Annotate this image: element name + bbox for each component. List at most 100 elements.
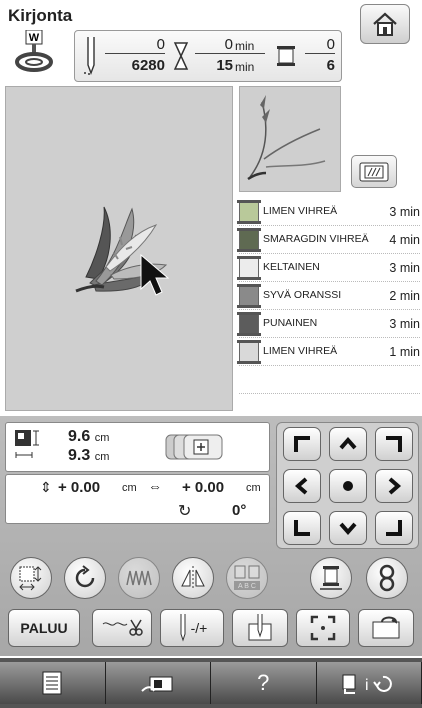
camera-button[interactable] <box>105 662 211 704</box>
arrow-down-right-icon <box>386 520 402 536</box>
list-item[interactable]: SMARAGDIN VIHREÄ 4 min <box>237 226 420 254</box>
arrow-up-icon <box>339 436 357 450</box>
mirror-button[interactable] <box>172 557 214 599</box>
embroidery-design-image <box>75 206 170 296</box>
figure-eight-icon <box>379 564 395 592</box>
thread-color-list: LIMEN VIHREÄ 3 min SMARAGDIN VIHREÄ 4 mi… <box>237 198 420 394</box>
edit-end-button[interactable] <box>358 609 414 647</box>
mirror-icon <box>181 566 205 590</box>
thread-swatch <box>237 283 261 308</box>
bobbin-info-icon: i <box>342 674 392 694</box>
thread-color-name: LIMEN VIHREÄ <box>263 205 338 217</box>
help-button[interactable]: ? <box>211 662 317 704</box>
stitches-total: 6280 <box>131 57 165 74</box>
embroidery-frame-button[interactable] <box>351 155 397 188</box>
thread-color-time: 3 min <box>389 316 420 331</box>
stitch-divider <box>105 53 165 54</box>
thread-tension-label: -/+ <box>190 620 208 636</box>
rotate-button[interactable] <box>64 557 106 599</box>
continuous-sewing-button[interactable] <box>366 557 408 599</box>
move-direction-pad <box>276 422 419 549</box>
frame-size-icon <box>165 434 223 460</box>
colors-done: 0 <box>326 36 335 53</box>
thread-sort-button[interactable]: A B C <box>226 557 268 599</box>
thread-swatch <box>237 255 261 280</box>
thread-color-time: 3 min <box>389 260 420 275</box>
color-divider <box>305 53 335 54</box>
thread-color-time: 3 min <box>389 204 420 219</box>
horizontal-offset-value: + 0.00 <box>182 479 225 496</box>
needle-icon <box>84 37 95 75</box>
svg-text:W: W <box>29 32 40 44</box>
bobbin-info-button[interactable]: i <box>316 662 422 704</box>
thread-color-name: SYVÄ ORANSSI <box>263 289 342 301</box>
home-icon <box>373 12 397 36</box>
document-list-icon <box>42 671 62 695</box>
center-button[interactable] <box>329 469 367 503</box>
design-thumbnail <box>239 86 341 192</box>
design-height-unit: cm <box>94 432 110 444</box>
back-button[interactable]: PALUU <box>8 609 80 647</box>
presser-foot-w-icon: W <box>15 30 53 72</box>
pocket-icon <box>372 616 400 639</box>
thread-color-button[interactable] <box>310 557 352 599</box>
arrow-up-right-icon <box>386 436 402 452</box>
list-item[interactable]: PUNAINEN 3 min <box>237 310 420 338</box>
move-up-button[interactable] <box>329 427 367 461</box>
resize-icon <box>19 566 42 591</box>
needle-point-icon <box>248 614 272 641</box>
home-button[interactable] <box>360 4 410 44</box>
frame-icon <box>359 162 389 181</box>
svg-text:A B C: A B C <box>238 583 256 590</box>
thread-swatch <box>237 339 261 364</box>
move-left-button[interactable] <box>283 469 321 503</box>
move-up-right-button[interactable] <box>375 427 413 461</box>
position-info: ⇕ + 0.00 cm ⇔ + 0.00 cm ↻ 0° <box>5 474 270 524</box>
needle-icon <box>180 614 186 642</box>
thread-swatch <box>237 227 261 252</box>
thread-swatch <box>237 311 261 336</box>
thread-color-name: KELTAINEN <box>263 261 320 273</box>
time-divider <box>195 53 265 54</box>
start-point-button[interactable] <box>232 609 288 647</box>
move-up-left-button[interactable] <box>283 427 321 461</box>
resize-button[interactable] <box>10 557 52 599</box>
camera-icon <box>141 676 173 692</box>
vertical-offset-unit: cm <box>122 482 137 494</box>
horizontal-offset-icon: ⇔ <box>148 478 162 494</box>
help-icon: ? <box>257 670 270 695</box>
page-title: Kirjonta <box>8 6 73 25</box>
colors-total: 6 <box>326 57 335 74</box>
thread-cut-button[interactable] <box>92 609 152 647</box>
vertical-offset-icon: ⇕ <box>40 479 52 495</box>
frame-size-button[interactable] <box>164 431 226 463</box>
move-down-button[interactable] <box>329 511 367 545</box>
settings-list-button[interactable] <box>0 662 106 704</box>
embroidery-preview[interactable] <box>5 86 233 411</box>
sewing-status-panel: 0 6280 0 min 15 min 0 6 <box>74 30 342 82</box>
arrow-left-icon <box>294 477 308 495</box>
trial-frame-icon <box>310 615 336 641</box>
thread-spool-icon <box>277 46 295 66</box>
list-item[interactable]: LIMEN VIHREÄ 3 min <box>237 198 420 226</box>
design-width-value: 9.3 <box>68 447 91 464</box>
move-right-button[interactable] <box>375 469 413 503</box>
list-item[interactable]: SYVÄ ORANSSI 2 min <box>237 282 420 310</box>
time-total: 15 <box>216 57 233 74</box>
thread-color-time: 4 min <box>389 232 420 247</box>
list-item[interactable]: KELTAINEN 3 min <box>237 254 420 282</box>
thumbnail-design-image <box>247 95 326 181</box>
svg-text:i: i <box>365 677 369 694</box>
move-down-right-button[interactable] <box>375 511 413 545</box>
thread-tension-button[interactable]: -/+ <box>160 609 224 647</box>
design-height-value: 9.6 <box>68 428 91 445</box>
move-down-left-button[interactable] <box>283 511 321 545</box>
thread-color-time: 1 min <box>389 344 420 359</box>
list-item[interactable]: LIMEN VIHREÄ 1 min <box>237 338 420 366</box>
stitch-density-button[interactable] <box>118 557 160 599</box>
design-width-unit: cm <box>94 451 110 463</box>
thread-swatch <box>237 199 261 224</box>
trial-button[interactable] <box>296 609 350 647</box>
time-unit-top: min <box>235 39 255 53</box>
arrow-right-icon <box>388 477 402 495</box>
